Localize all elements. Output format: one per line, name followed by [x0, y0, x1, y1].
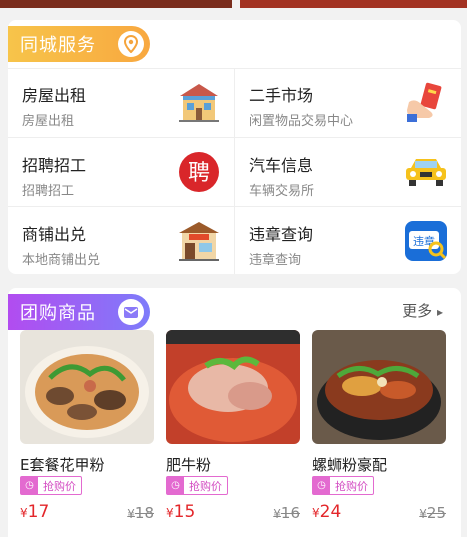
tag-label: 抢购价 — [189, 479, 222, 493]
product-price: ¥15 — [166, 502, 195, 522]
service-violation-query[interactable]: 违章查询 违章查询 违章 — [235, 207, 461, 276]
location-pin-icon — [118, 31, 144, 57]
group-buy-title: 团购商品 — [20, 303, 96, 324]
currency-symbol: ¥ — [166, 506, 174, 520]
flash-price-tag: ◷ 抢购价 — [166, 476, 228, 495]
currency-symbol: ¥ — [273, 507, 281, 521]
product-card[interactable]: 螺蛳粉豪配 ◷ 抢购价 ¥24 ¥25 — [312, 330, 446, 530]
shop-icon — [176, 219, 222, 263]
clock-icon: ◷ — [167, 477, 184, 494]
recruit-seal-text: 聘 — [188, 161, 210, 186]
product-name: 螺蛳粉豪配 — [312, 456, 388, 474]
group-buy-header: 团购商品 — [8, 294, 150, 330]
service-recruit[interactable]: 招聘招工 招聘招工 聘 — [8, 138, 234, 207]
service-subtitle: 本地商铺出兑 — [22, 253, 101, 268]
product-old-price: ¥25 — [419, 504, 446, 522]
more-link[interactable]: 更多 ▸ — [402, 300, 443, 321]
product-image[interactable] — [166, 330, 300, 444]
product-name: 肥牛粉 — [166, 456, 212, 474]
recruit-seal-icon: 聘 — [176, 150, 222, 194]
tag-label: 抢购价 — [43, 479, 76, 493]
service-title: 二手市场 — [249, 86, 314, 105]
currency-symbol: ¥ — [419, 507, 427, 521]
banner-image-right[interactable] — [240, 0, 467, 8]
service-second-hand[interactable]: 二手市场 闲置物品交易中心 — [235, 68, 461, 137]
service-subtitle: 违章查询 — [249, 253, 302, 268]
service-title: 汽车信息 — [249, 156, 314, 175]
clock-icon: ◷ — [313, 477, 330, 494]
mail-icon — [118, 299, 144, 325]
currency-symbol: ¥ — [312, 506, 320, 520]
service-subtitle: 房屋出租 — [22, 114, 75, 129]
service-subtitle: 招聘招工 — [22, 184, 75, 199]
more-label: 更多 — [402, 302, 433, 320]
house-icon — [176, 80, 222, 124]
tag-label: 抢购价 — [335, 479, 368, 493]
clock-icon: ◷ — [21, 477, 38, 494]
price-value: 15 — [173, 502, 196, 522]
group-buy-card: 团购商品 更多 ▸ E套餐花甲粉 ◷ 抢购价 ¥17 ¥18 肥牛粉 ◷ 抢购价… — [8, 288, 461, 537]
service-subtitle: 闲置物品交易中心 — [249, 114, 354, 129]
product-image[interactable] — [312, 330, 446, 444]
product-image[interactable] — [20, 330, 154, 444]
product-card[interactable]: E套餐花甲粉 ◷ 抢购价 ¥17 ¥18 — [20, 330, 154, 530]
flash-price-tag: ◷ 抢购价 — [312, 476, 374, 495]
product-name: E套餐花甲粉 — [20, 456, 105, 474]
product-old-price: ¥18 — [127, 504, 154, 522]
service-car-info[interactable]: 汽车信息 车辆交易所 — [235, 138, 461, 207]
banner-image-left[interactable] — [0, 0, 232, 8]
product-price: ¥17 — [20, 502, 49, 522]
product-card[interactable]: 肥牛粉 ◷ 抢购价 ¥15 ¥16 — [166, 330, 300, 530]
services-card: 同城服务 房屋出租 房屋出租 二手市场 闲置物品交易中心 招聘招工 招聘招工 聘… — [8, 20, 461, 274]
old-price-value: 16 — [280, 504, 300, 522]
car-icon — [403, 150, 449, 194]
service-shop-transfer[interactable]: 商铺出兑 本地商铺出兑 — [8, 207, 234, 276]
service-title: 房屋出租 — [22, 86, 87, 105]
chevron-right-icon: ▸ — [436, 305, 443, 319]
flash-price-tag: ◷ 抢购价 — [20, 476, 82, 495]
top-banner-strip — [0, 0, 467, 10]
services-header: 同城服务 — [8, 26, 150, 62]
price-value: 17 — [27, 502, 50, 522]
violation-search-icon: 违章 — [403, 219, 449, 263]
currency-symbol: ¥ — [127, 507, 135, 521]
currency-symbol: ¥ — [20, 506, 28, 520]
product-price: ¥24 — [312, 502, 341, 522]
hand-card-icon — [403, 80, 449, 124]
old-price-value: 18 — [134, 504, 154, 522]
product-old-price: ¥16 — [273, 504, 300, 522]
service-subtitle: 车辆交易所 — [249, 184, 315, 199]
old-price-value: 25 — [426, 504, 446, 522]
service-title: 招聘招工 — [22, 156, 87, 175]
service-title: 违章查询 — [249, 225, 314, 244]
service-house-rent[interactable]: 房屋出租 房屋出租 — [8, 68, 234, 137]
service-title: 商铺出兑 — [22, 225, 87, 244]
price-value: 24 — [319, 502, 342, 522]
services-title: 同城服务 — [20, 35, 96, 56]
